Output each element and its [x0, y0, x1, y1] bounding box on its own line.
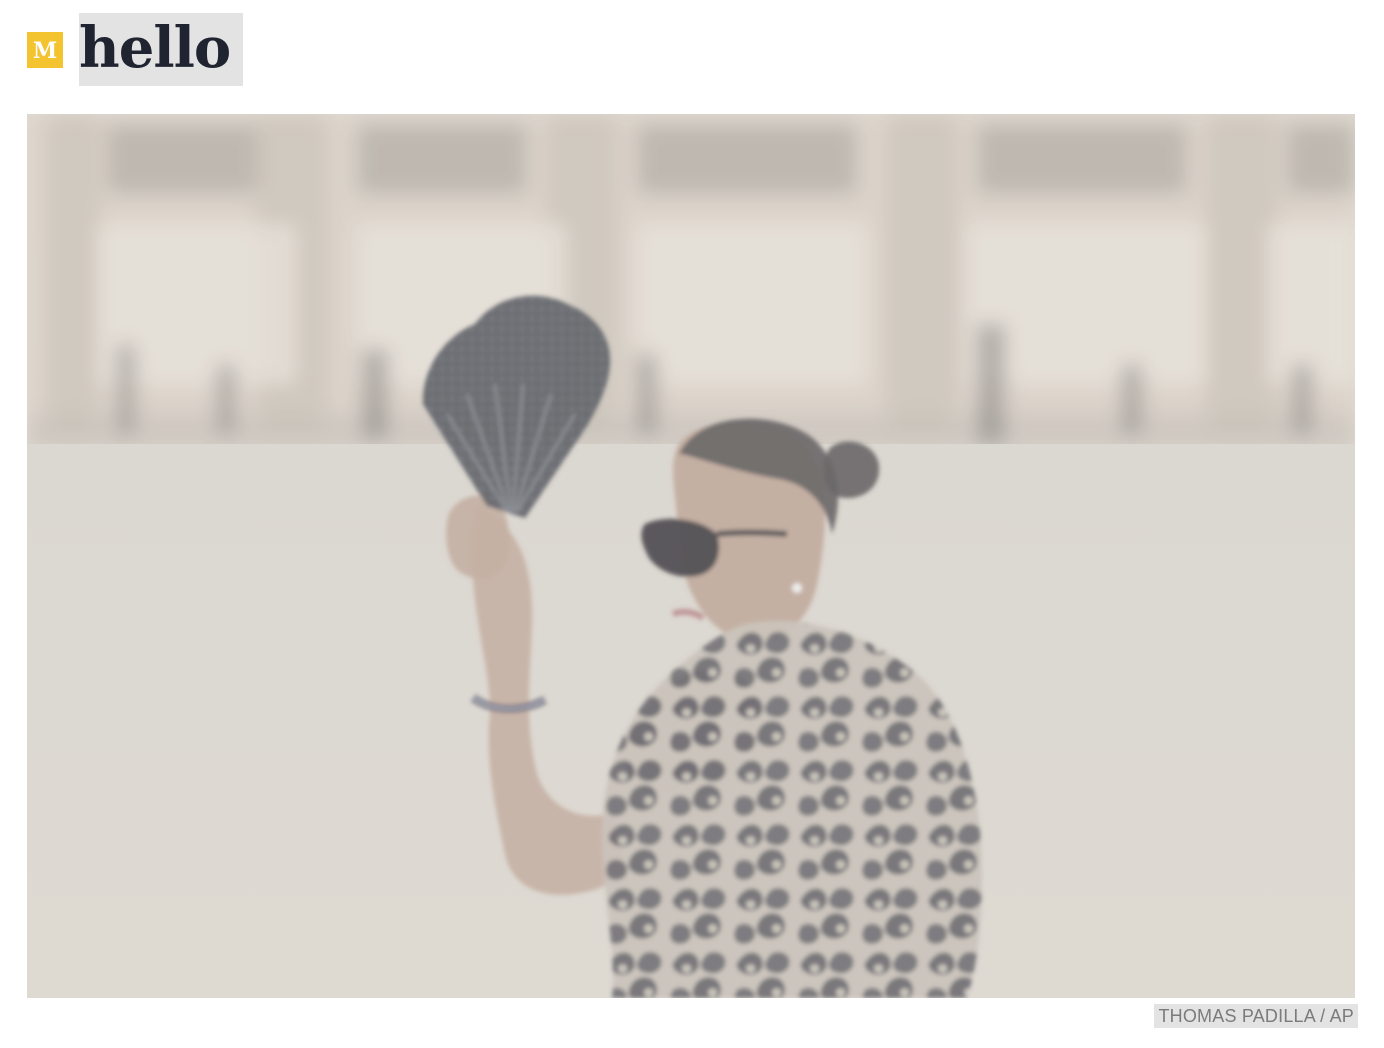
title-highlight: hello [79, 13, 244, 86]
brand-logo-glyph: M [32, 37, 58, 64]
hero-photo [27, 114, 1355, 998]
hero-photo-illustration [27, 114, 1355, 998]
page-title: hello [79, 14, 231, 81]
header: M hello [27, 13, 244, 86]
brand-logo[interactable]: M [27, 31, 63, 68]
photo-credit-wrap: THOMAS PADILLA / AP [1154, 1004, 1358, 1028]
photo-credit: THOMAS PADILLA / AP [1154, 1004, 1358, 1028]
